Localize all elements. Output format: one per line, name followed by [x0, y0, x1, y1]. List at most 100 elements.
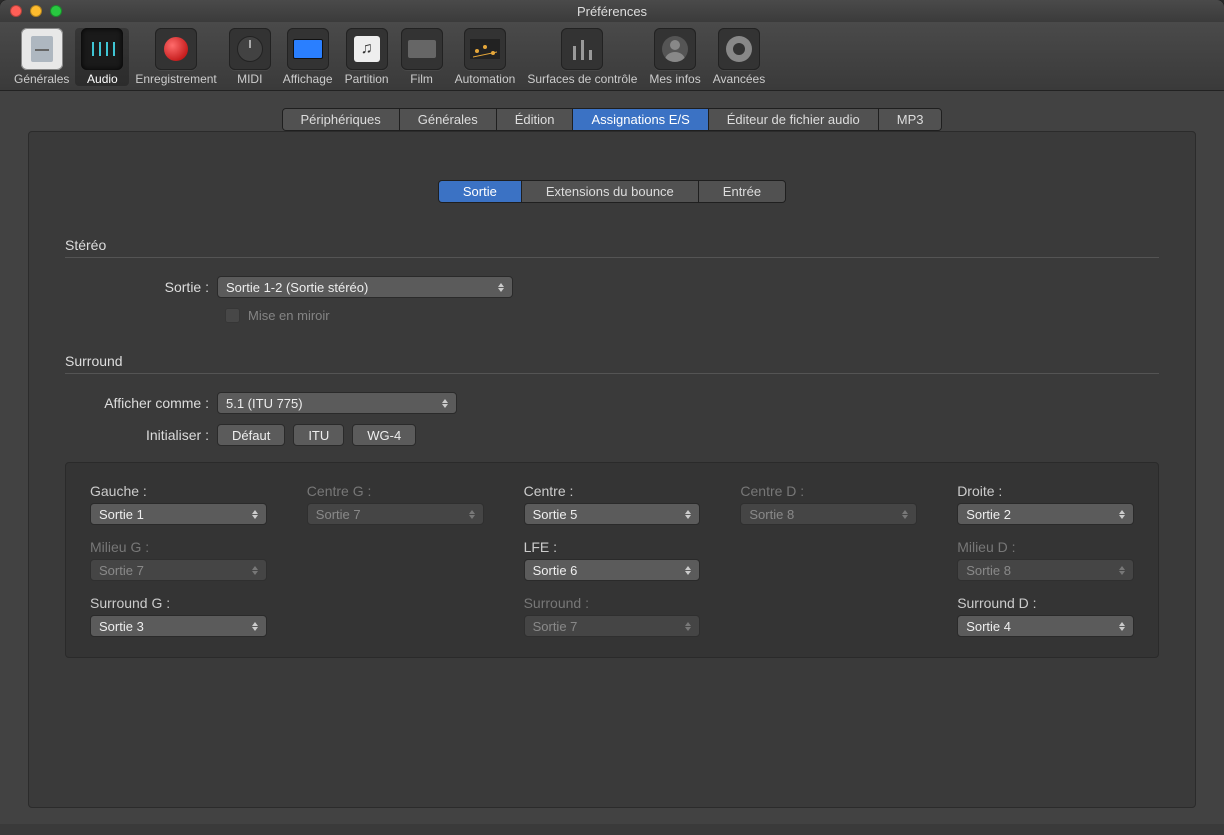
empty-cell — [307, 539, 484, 581]
window-title: Préférences — [0, 4, 1224, 19]
tab-io-assignments[interactable]: Assignations E/S — [573, 109, 708, 130]
toolbar-label: Générales — [14, 72, 69, 86]
toolbar-item-advanced[interactable]: Avancées — [707, 28, 771, 86]
show-as-label: Afficher comme : — [65, 395, 217, 411]
channel-output-select[interactable]: Sortie 2 — [957, 503, 1134, 525]
toolbar-item-audio[interactable]: Audio — [75, 28, 129, 86]
midi-dial-icon — [229, 28, 271, 70]
automation-icon — [464, 28, 506, 70]
toolbar-label: Film — [410, 72, 433, 86]
tab-mp3[interactable]: MP3 — [879, 109, 942, 130]
toolbar-label: Partition — [345, 72, 389, 86]
channel-centreg: Centre G :Sortie 7 — [307, 483, 484, 525]
select-value: Sortie 1-2 (Sortie stéréo) — [226, 280, 368, 295]
select-value: Sortie 6 — [533, 563, 578, 578]
select-value: Sortie 7 — [99, 563, 144, 578]
divider — [65, 373, 1159, 374]
select-value: Sortie 1 — [99, 507, 144, 522]
toolbar-label: Avancées — [713, 72, 765, 86]
toolbar-item-general[interactable]: Générales — [8, 28, 75, 86]
channel-output-select[interactable]: Sortie 3 — [90, 615, 267, 637]
select-value: Sortie 3 — [99, 619, 144, 634]
subtab-input[interactable]: Entrée — [699, 181, 785, 202]
tab-audio-file-editor[interactable]: Éditeur de fichier audio — [709, 109, 879, 130]
toolbar-item-automation[interactable]: Automation — [449, 28, 522, 86]
toolbar-label: Enregistrement — [135, 72, 216, 86]
sliders-icon — [561, 28, 603, 70]
channel-gauche: Gauche :Sortie 1 — [90, 483, 267, 525]
channel-output-select[interactable]: Sortie 5 — [524, 503, 701, 525]
titlebar: Préférences — [0, 0, 1224, 22]
toolbar-label: Automation — [455, 72, 516, 86]
select-value: Sortie 5 — [533, 507, 578, 522]
show-as-select[interactable]: 5.1 (ITU 775) — [217, 392, 457, 414]
empty-cell — [740, 539, 917, 581]
channel-output-select[interactable]: Sortie 4 — [957, 615, 1134, 637]
select-value: Sortie 7 — [533, 619, 578, 634]
channel-label: Centre G : — [307, 483, 484, 499]
toolbar: Générales Audio Enregistrement MIDI Affi… — [0, 22, 1224, 91]
updown-icon — [1115, 506, 1129, 522]
init-wg4-button[interactable]: WG-4 — [352, 424, 416, 446]
init-default-button[interactable]: Défaut — [217, 424, 285, 446]
toolbar-item-control-surfaces[interactable]: Surfaces de contrôle — [521, 28, 643, 86]
toolbar-item-my-info[interactable]: Mes infos — [643, 28, 706, 86]
channel-label: LFE : — [524, 539, 701, 555]
select-value: Sortie 4 — [966, 619, 1011, 634]
initialize-label: Initialiser : — [65, 427, 217, 443]
toolbar-item-score[interactable]: ♫ Partition — [339, 28, 395, 86]
channel-label: Centre : — [524, 483, 701, 499]
toolbar-item-recording[interactable]: Enregistrement — [129, 28, 222, 86]
updown-icon — [681, 562, 695, 578]
channel-surroundd: Surround D : Sortie 4 — [957, 595, 1134, 637]
channel-label: Surround : — [524, 595, 701, 611]
updown-icon — [681, 618, 695, 634]
toolbar-label: MIDI — [237, 72, 262, 86]
select-value: Sortie 8 — [966, 563, 1011, 578]
gear-icon — [718, 28, 760, 70]
initialize-buttons: Défaut ITU WG-4 — [217, 424, 416, 446]
subtab-output[interactable]: Sortie — [439, 181, 522, 202]
tab-general[interactable]: Générales — [400, 109, 497, 130]
init-itu-button[interactable]: ITU — [293, 424, 344, 446]
tab-devices[interactable]: Périphériques — [283, 109, 400, 130]
toolbar-item-display[interactable]: Affichage — [277, 28, 339, 86]
stereo-output-select[interactable]: Sortie 1-2 (Sortie stéréo) — [217, 276, 513, 298]
updown-icon — [465, 506, 479, 522]
channel-label: Milieu D : — [957, 539, 1134, 555]
updown-icon — [681, 506, 695, 522]
updown-icon — [438, 395, 452, 411]
surround-channel-grid: Gauche :Sortie 1Centre G :Sortie 7Centre… — [65, 462, 1159, 658]
waveform-icon — [81, 28, 123, 70]
mirror-label: Mise en miroir — [248, 308, 330, 323]
mirror-checkbox[interactable] — [225, 308, 240, 323]
panel: Sortie Extensions du bounce Entrée Stéré… — [28, 131, 1196, 808]
updown-icon — [494, 279, 508, 295]
monitor-icon — [287, 28, 329, 70]
toolbar-label: Mes infos — [649, 72, 700, 86]
channel-label: Surround D : — [957, 595, 1134, 611]
empty-cell — [307, 595, 484, 637]
channel-output-select[interactable]: Sortie 6 — [524, 559, 701, 581]
audio-main-tabs: Périphériques Générales Édition Assignat… — [28, 108, 1196, 131]
tab-editing[interactable]: Édition — [497, 109, 574, 130]
toolbar-item-film[interactable]: Film — [395, 28, 449, 86]
channel-output-select: Sortie 8 — [740, 503, 917, 525]
subtab-bounce-extensions[interactable]: Extensions du bounce — [522, 181, 699, 202]
channel-label: Centre D : — [740, 483, 917, 499]
person-icon — [654, 28, 696, 70]
toolbar-item-midi[interactable]: MIDI — [223, 28, 277, 86]
updown-icon — [1115, 618, 1129, 634]
toolbar-label: Audio — [87, 72, 118, 86]
record-icon — [155, 28, 197, 70]
channel-output-select: Sortie 7 — [90, 559, 267, 581]
select-value: 5.1 (ITU 775) — [226, 396, 303, 411]
channel-centre: Centre : Sortie 5 — [524, 483, 701, 525]
channel-milieug: Milieu G :Sortie 7 — [90, 539, 267, 581]
toolbar-label: Affichage — [283, 72, 333, 86]
preferences-window: Préférences Générales Audio Enregistreme… — [0, 0, 1224, 835]
channel-centred: Centre D : Sortie 8 — [740, 483, 917, 525]
divider — [65, 257, 1159, 258]
channel-output-select[interactable]: Sortie 1 — [90, 503, 267, 525]
select-value: Sortie 8 — [749, 507, 794, 522]
